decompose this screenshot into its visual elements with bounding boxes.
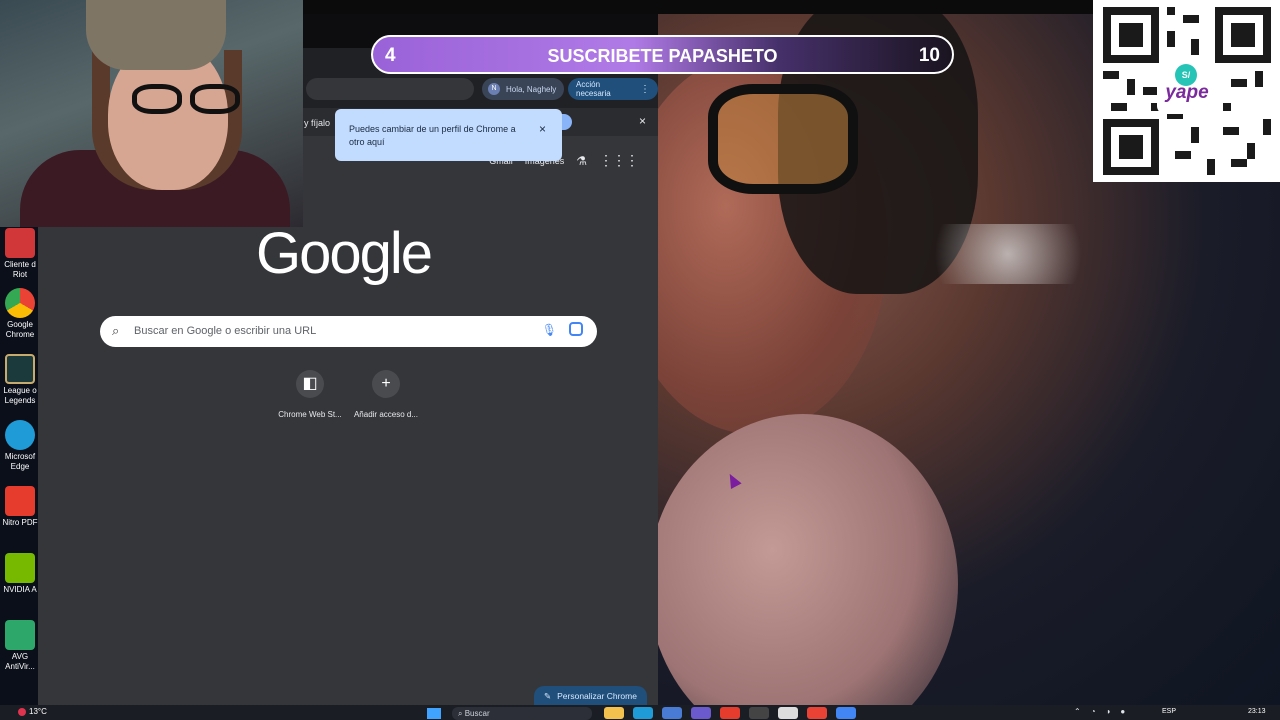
plus-icon: + <box>372 370 400 398</box>
close-icon[interactable]: × <box>539 123 546 136</box>
chrome-profile-taskbar-icon[interactable] <box>836 707 856 719</box>
desktop-icon-edge[interactable]: Microsof Edge <box>0 420 40 472</box>
chrome-web-store-icon: ◧ <box>296 370 324 398</box>
shortcut-label: Chrome Web St... <box>278 410 342 419</box>
desktop-icon-nvidia[interactable]: NVIDIA A <box>0 553 40 595</box>
search-box[interactable]: ⌕ Buscar en Google o escribir una URL 🎙 <box>100 316 597 347</box>
discord-icon[interactable] <box>691 707 711 719</box>
menu-icon[interactable]: ⋮ <box>640 84 650 95</box>
top-bar <box>303 0 1093 14</box>
tooltip-text: Puedes cambiar de un perfil de Chrome a … <box>349 124 516 147</box>
league-of-legends-icon <box>5 354 35 384</box>
desktop-icon-label: Riot <box>12 270 28 279</box>
yape-qr-code: S/ yape <box>1093 0 1280 182</box>
desktop-icon-label: AntiVir... <box>5 662 35 671</box>
yape-wordmark: yape <box>1165 82 1209 103</box>
profile-button[interactable]: N Hola, Naghely <box>482 78 565 100</box>
subscribe-banner: 4 SUSCRIBETE PAPASHETO 10 <box>371 35 954 74</box>
nvidia-icon <box>5 553 35 583</box>
shortcut-chrome-web-store[interactable]: ◧ Chrome Web St... <box>270 370 350 419</box>
taskbar-search[interactable]: ⌕ Buscar <box>452 707 592 720</box>
shortcut-label: Añadir acceso d... <box>353 410 419 419</box>
file-explorer-icon[interactable] <box>604 707 624 719</box>
weather-icon <box>18 707 26 716</box>
avg-antivirus-icon <box>5 620 35 650</box>
webcam-overlay <box>0 0 303 227</box>
desktop-icon-label: NVIDIA A <box>3 585 37 594</box>
taskbar: 13°C ⌕ Buscar ⌃ ◔ ◑ ● ESP 23:13 <box>0 705 1280 720</box>
google-lens-icon[interactable] <box>569 322 583 336</box>
windows-start-icon[interactable] <box>427 708 441 719</box>
shortcut-add[interactable]: + Añadir acceso d... <box>346 370 426 419</box>
desktop-icon-label: Microsof <box>4 452 36 461</box>
obs-icon[interactable] <box>749 707 769 719</box>
edge-icon <box>5 420 35 450</box>
clock[interactable]: 23:13 <box>1248 708 1266 715</box>
search-input[interactable]: Buscar en Google o escribir una URL <box>134 325 316 337</box>
desktop-icon-chrome[interactable]: Google Chrome <box>0 288 40 340</box>
banner-right-count: 10 <box>918 45 940 66</box>
screen: Cliente d Riot Google Chrome League o Le… <box>0 0 1280 720</box>
photo-glasses <box>708 84 858 194</box>
labs-icon[interactable]: ⚗ <box>576 154 587 168</box>
close-icon[interactable]: × <box>639 114 646 128</box>
nitro-pdf-icon <box>5 486 35 516</box>
microphone-tray-icon[interactable]: ● <box>1120 707 1125 716</box>
chevron-up-icon[interactable]: ⌃ <box>1074 707 1081 716</box>
riot-taskbar-icon[interactable] <box>720 707 740 719</box>
profile-avatar: N <box>488 83 500 95</box>
microphone-icon[interactable]: 🎙 <box>542 323 557 337</box>
desktop-icon-label: League o <box>3 386 37 395</box>
weather-temp: 13°C <box>29 707 47 716</box>
desktop-icon-label: Cliente d <box>4 260 36 269</box>
customize-chrome-button[interactable]: ✎ Personalizar Chrome <box>534 686 647 706</box>
webcam-hat <box>86 0 226 70</box>
app-taskbar-icon[interactable] <box>778 707 798 719</box>
photo-shoulder <box>658 414 958 705</box>
google-logo: Google <box>256 221 433 286</box>
customize-label: Personalizar Chrome <box>557 691 637 701</box>
desktop-icon-label: Google <box>7 320 33 329</box>
search-icon: ⌕ <box>112 323 120 338</box>
tray-app-icon[interactable]: ◔ <box>1091 707 1096 716</box>
info-bar-text: y fíjalo <box>304 118 331 128</box>
photo-city-lights <box>908 224 1108 284</box>
weather-widget[interactable]: 13°C <box>18 707 47 716</box>
address-bar[interactable] <box>306 78 474 100</box>
action-needed-button[interactable]: Acción necesaria ⋮ <box>568 78 658 100</box>
desktop-icon-label: Chrome <box>5 330 35 339</box>
desktop-icon-label: Edge <box>10 462 30 471</box>
yape-logo: S/ yape <box>1157 62 1217 114</box>
system-tray: ⌃ ◔ ◑ ● <box>1074 707 1125 716</box>
banner-text: SUSCRIBETE PAPASHETO <box>547 46 778 66</box>
desktop-icon-riot-client[interactable]: Cliente d Riot <box>0 228 40 280</box>
chrome-icon <box>5 288 35 318</box>
desktop-icon-label: AVG <box>11 652 29 661</box>
pencil-icon: ✎ <box>544 690 552 701</box>
riot-client-icon <box>5 228 35 258</box>
desktop-icon-league-of-legends[interactable]: League o Legends <box>0 354 40 406</box>
desktop-icon-label: Nitro PDF <box>2 518 38 527</box>
action-needed-label: Acción necesaria <box>576 80 611 98</box>
webcam-glasses <box>132 84 244 114</box>
chrome-taskbar-icon[interactable] <box>807 707 827 719</box>
store-icon[interactable] <box>662 707 682 719</box>
tray-app-icon[interactable]: ◑ <box>1106 707 1111 716</box>
taskbar-search-label: Buscar <box>464 709 490 718</box>
apps-grid-icon[interactable]: ⋮⋮⋮ <box>599 152 639 169</box>
profile-label: Hola, Naghely <box>506 84 557 94</box>
edge-taskbar-icon[interactable] <box>633 707 653 719</box>
desktop-icon-label: Legends <box>4 396 36 405</box>
desktop-icon-avg[interactable]: AVG AntiVir... <box>0 620 40 672</box>
language-indicator[interactable]: ESP <box>1162 708 1176 715</box>
profile-tooltip: Puedes cambiar de un perfil de Chrome a … <box>335 109 562 161</box>
desktop-icon-nitro-pdf[interactable]: Nitro PDF <box>0 486 40 528</box>
taskbar-apps <box>604 707 856 719</box>
